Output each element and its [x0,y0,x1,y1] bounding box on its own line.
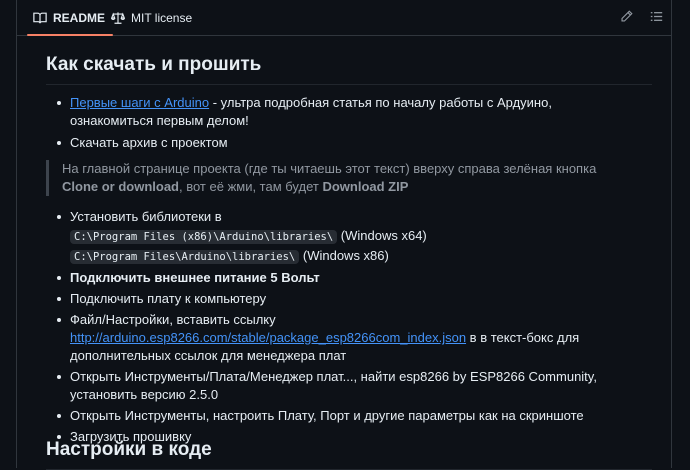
download-list: Первые шаги с Arduino - ультра подробная… [46,94,636,156]
outline-button[interactable] [647,9,665,27]
section-heading-download: Как скачать и прошить [46,54,652,85]
libs-label: Установить библиотеки в [70,209,222,224]
list-item: Установить библиотеки в C:\Program Files… [46,208,636,266]
tab-readme-label: README [53,10,106,25]
pencil-icon [620,10,633,26]
list-item-text: Открыть Инструменты/Плата/Менеджер плат.… [70,369,597,402]
list-item-text: Подключить плату к компьютеру [70,291,267,306]
scale-icon [111,11,125,25]
blockquote: На главной странице проекта (где ты чита… [46,160,636,196]
path-code-x86: C:\Program Files\Arduino\libraries\ [70,250,300,264]
edit-button[interactable] [617,9,635,27]
readme-panel: README MIT license Как скачать и прошить… [16,0,672,470]
esp8266-package-link[interactable]: http://arduino.esp8266.com/stable/packag… [70,330,466,345]
arduino-first-steps-link[interactable]: Первые шаги с Arduino [70,95,209,110]
power-text: Подключить внешнее питание 5 Вольт [70,270,320,285]
list-item: Файл/Настройки, вставить ссылку http://a… [46,311,636,365]
section-heading-settings: Настройки в коде [46,439,652,470]
tab-readme[interactable]: README [26,0,114,36]
quote-text: На главной странице проекта (где ты чита… [62,161,597,176]
quote-text: , вот её жми, там будет [179,179,323,194]
path-note: (Windows x64) [337,228,427,243]
list-item: Подключить плату к компьютеру [46,290,636,308]
steps-list: Установить библиотеки в C:\Program Files… [46,208,636,449]
list-item: Первые шаги с Arduino - ультра подробная… [46,94,636,130]
book-icon [33,11,47,25]
tab-license-label: MIT license [131,10,193,25]
path-line: C:\Program Files (x86)\Arduino\libraries… [70,227,636,246]
path-code-x64: C:\Program Files (x86)\Arduino\libraries… [70,230,338,244]
list-unordered-icon [650,10,663,26]
readme-tabbar: README MIT license [17,0,671,36]
list-item-text: Файл/Настройки, вставить ссылку [70,312,276,327]
list-item-text: Открыть Инструменты, настроить Плату, По… [70,408,584,423]
list-item: Открыть Инструменты, настроить Плату, По… [46,407,636,425]
tab-license[interactable]: MIT license [111,0,192,35]
path-line: C:\Program Files\Arduino\libraries\ (Win… [70,247,636,266]
list-item: Подключить внешнее питание 5 Вольт [46,269,636,287]
list-item-text: Скачать архив с проектом [70,135,228,150]
list-item: Открыть Инструменты/Плата/Менеджер плат.… [46,368,636,404]
list-item: Скачать архив с проектом [46,134,636,152]
path-note: (Windows x86) [299,248,389,263]
quote-bold-clone: Clone or download [62,179,179,194]
quote-bold-zip: Download ZIP [322,179,409,194]
